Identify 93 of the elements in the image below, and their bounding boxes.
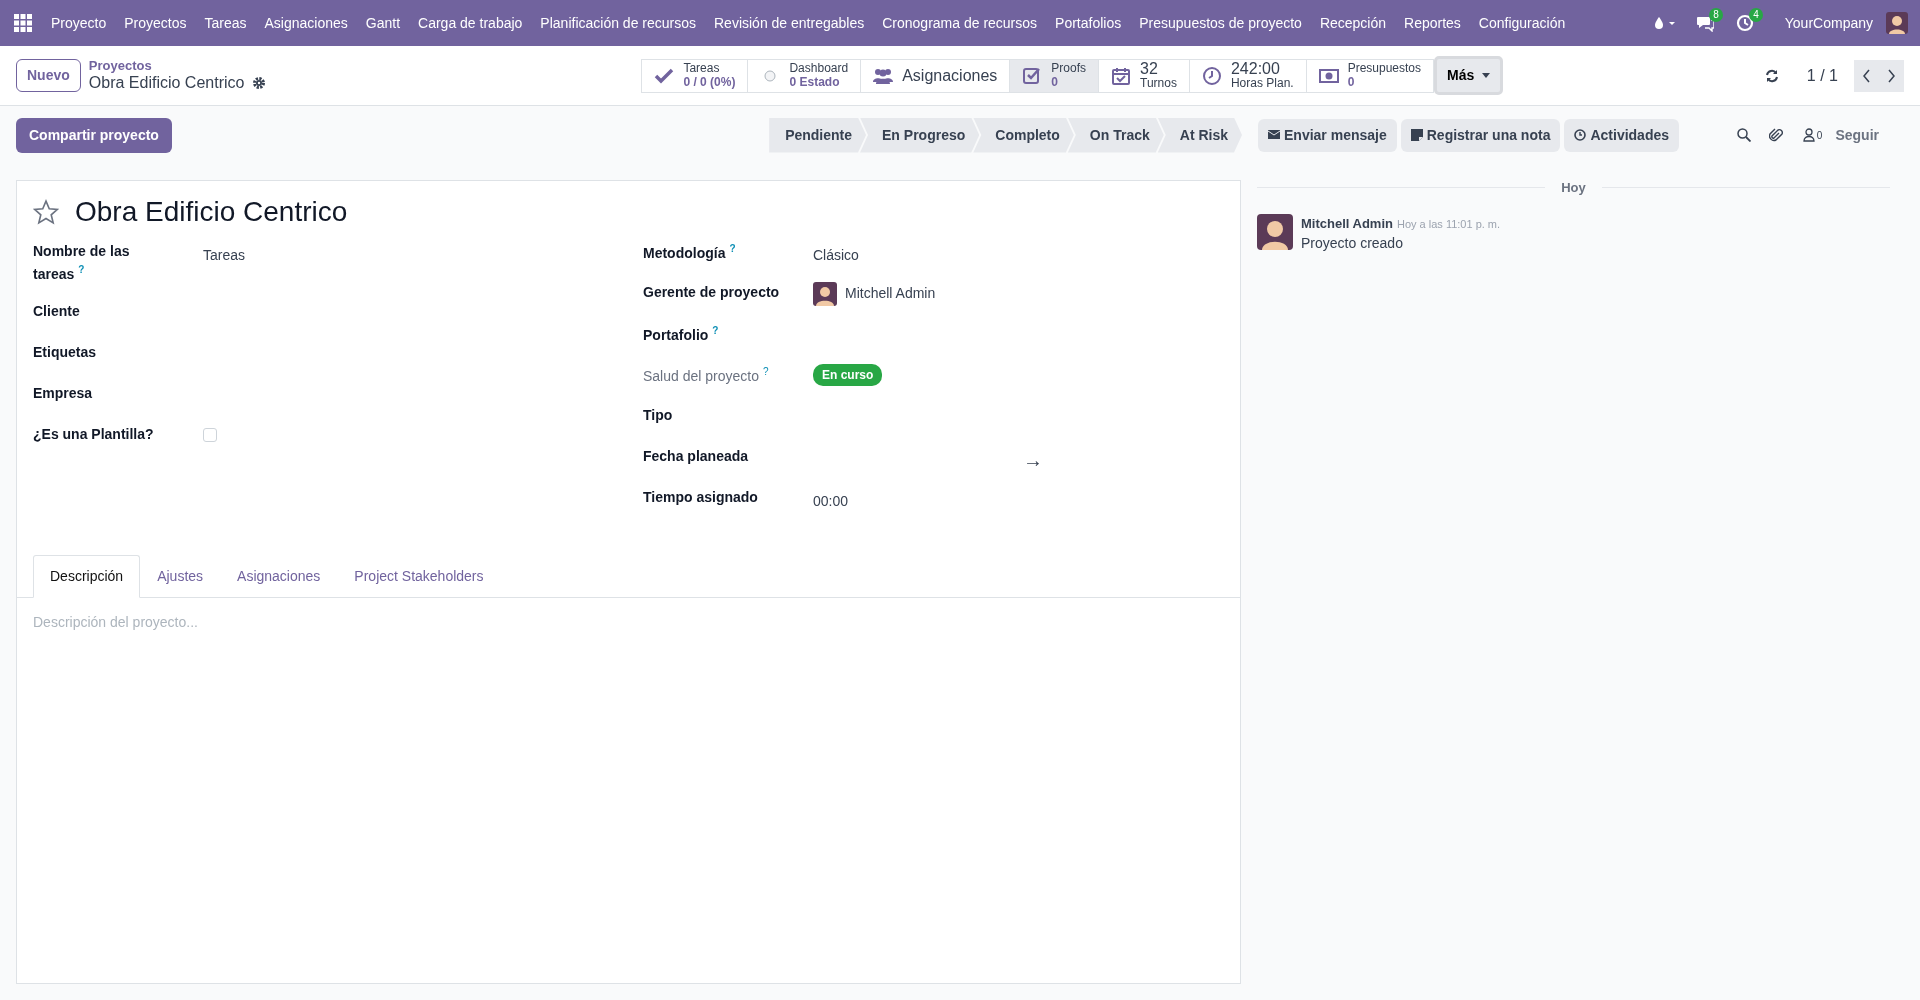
pager-next-button[interactable] xyxy=(1879,59,1904,92)
field-label: Nombre de las tareas $^{?}$ xyxy=(33,241,131,284)
field-label: Tipo xyxy=(643,405,674,425)
person-icon[interactable] xyxy=(1802,127,1815,142)
more-dropdown[interactable]: Más xyxy=(1434,56,1504,95)
menu-item[interactable]: Tareas xyxy=(195,12,256,34)
smart-button[interactable]: 242:00 Horas Plan. xyxy=(1188,58,1307,93)
avatar-icon xyxy=(813,281,837,306)
chevron-left-icon xyxy=(1862,69,1871,84)
avatar-icon xyxy=(1257,213,1293,250)
tab[interactable]: Asignaciones xyxy=(220,554,338,598)
arrow-icon: → xyxy=(1023,449,1043,470)
count-badge: 4 xyxy=(1749,8,1763,22)
menu-item[interactable]: Gantt xyxy=(356,12,410,34)
breadcrumb-link[interactable]: Proyectos xyxy=(88,58,152,74)
field-label: Portafolio $^{?}$ xyxy=(643,323,720,345)
menu-item[interactable]: Proyectos xyxy=(115,12,196,34)
message-body: Proyecto creado xyxy=(1301,234,1404,253)
smart-button[interactable]: Tareas 0 / 0 (0%) xyxy=(641,58,749,93)
follower-count: 0 xyxy=(1816,128,1823,143)
description-field[interactable]: Descripción del proyecto... xyxy=(16,597,1241,984)
gear-icon[interactable] xyxy=(252,75,267,90)
status-stage[interactable]: Completo xyxy=(973,117,1074,153)
tab[interactable]: Descripción xyxy=(33,554,141,598)
user-name[interactable]: Mitchell Admin xyxy=(845,283,936,305)
checkbox[interactable] xyxy=(203,427,217,442)
status-stage[interactable]: On Track xyxy=(1067,117,1164,153)
field-value[interactable]: Tareas xyxy=(203,240,246,266)
avatar-icon[interactable] xyxy=(1886,12,1908,34)
field-label: Fecha planeada xyxy=(643,446,750,466)
record-title: Obra Edificio Centrico xyxy=(75,195,348,229)
field-label: Metodología $^{?}$ xyxy=(643,241,737,263)
droplet-icon[interactable] xyxy=(1653,16,1676,30)
paperclip-icon[interactable] xyxy=(1768,127,1783,143)
menu-item[interactable]: Recepción xyxy=(1310,12,1396,34)
envelope-icon xyxy=(1268,129,1280,141)
apps-menu-icon[interactable] xyxy=(14,14,32,32)
smart-button[interactable]: Presupuestos 0 xyxy=(1305,58,1435,93)
status-stage[interactable]: Pendiente xyxy=(769,117,867,153)
tab[interactable]: Ajustes xyxy=(140,554,221,598)
chatter-button[interactable]: Registrar una nota xyxy=(1400,118,1561,152)
menu-item[interactable]: Asignaciones xyxy=(255,12,357,34)
search-icon[interactable] xyxy=(1736,128,1751,142)
menu-item[interactable]: Planificación de recursos xyxy=(531,12,705,34)
menu-item[interactable]: Presupuestos de proyecto xyxy=(1130,12,1311,34)
chatter-button[interactable]: Enviar mensaje xyxy=(1258,118,1397,152)
message-time: Hoy a las 11:01 p. m. xyxy=(1396,216,1501,232)
status-stage[interactable]: En Progreso xyxy=(860,117,980,153)
smart-button[interactable]: Proofs 0 xyxy=(1009,58,1100,93)
smart-button[interactable]: Dashboard 0 Estado xyxy=(747,58,862,93)
company-name[interactable]: YourCompany xyxy=(1775,12,1882,34)
new-button[interactable]: Nuevo xyxy=(16,59,81,92)
note-icon xyxy=(1410,129,1423,141)
field-label: Empresa xyxy=(33,383,94,403)
clock-icon xyxy=(1574,129,1587,141)
chevron-right-icon xyxy=(1887,69,1896,84)
field-label: Gerente de proyecto xyxy=(643,282,781,302)
refresh-icon[interactable] xyxy=(1764,68,1779,83)
pager-previous-button[interactable] xyxy=(1854,59,1879,92)
menu-item[interactable]: Reportes xyxy=(1395,12,1470,34)
app-name[interactable]: Proyecto xyxy=(42,12,116,34)
clock-icon xyxy=(1201,65,1222,86)
pager-value: 1 / 1 xyxy=(1806,65,1838,86)
field-label: Salud del proyecto $^{?}$ xyxy=(643,364,770,386)
field-label: ¿Es una Plantilla? xyxy=(33,424,155,444)
menu-item[interactable]: Portafolios xyxy=(1046,12,1131,34)
field-value[interactable]: 00:00 xyxy=(813,486,849,512)
status-badge[interactable]: En curso xyxy=(813,363,883,386)
share-project-button[interactable]: Compartir proyecto xyxy=(16,117,172,153)
status-stage[interactable]: At Risk xyxy=(1157,117,1242,153)
field-label: Cliente xyxy=(33,301,81,321)
chat-icon[interactable] xyxy=(1695,14,1714,32)
menu-item[interactable]: Carga de trabajo xyxy=(409,12,532,34)
calendar-icon xyxy=(1111,65,1132,86)
field-label: Etiquetas xyxy=(33,342,97,362)
record-name: Obra Edificio Centrico xyxy=(88,73,245,93)
menu-item[interactable]: Cronograma de recursos xyxy=(873,12,1047,34)
field-label: Tiempo asignado xyxy=(643,487,759,507)
clock-icon[interactable] xyxy=(1735,14,1754,32)
smart-button[interactable]: 32 Turnos xyxy=(1098,58,1190,93)
menu-item[interactable]: Revisión de entregables xyxy=(705,12,874,34)
follow-button[interactable]: Seguir xyxy=(1834,123,1880,147)
menu-item[interactable]: Configuración xyxy=(1469,12,1575,34)
message-author: Mitchell Admin xyxy=(1301,214,1393,233)
star-icon[interactable] xyxy=(33,198,59,225)
count-badge: 8 xyxy=(1709,8,1723,22)
checkbox-icon xyxy=(1022,65,1043,86)
smart-button[interactable]: Asignaciones xyxy=(860,58,1011,93)
date-separator: Hoy xyxy=(1561,179,1586,197)
chatter-button[interactable]: Actividades xyxy=(1564,118,1680,152)
tab[interactable]: Project Stakeholders xyxy=(337,554,501,598)
caret-icon xyxy=(1482,73,1491,78)
field-value[interactable]: Clásico xyxy=(813,240,859,266)
